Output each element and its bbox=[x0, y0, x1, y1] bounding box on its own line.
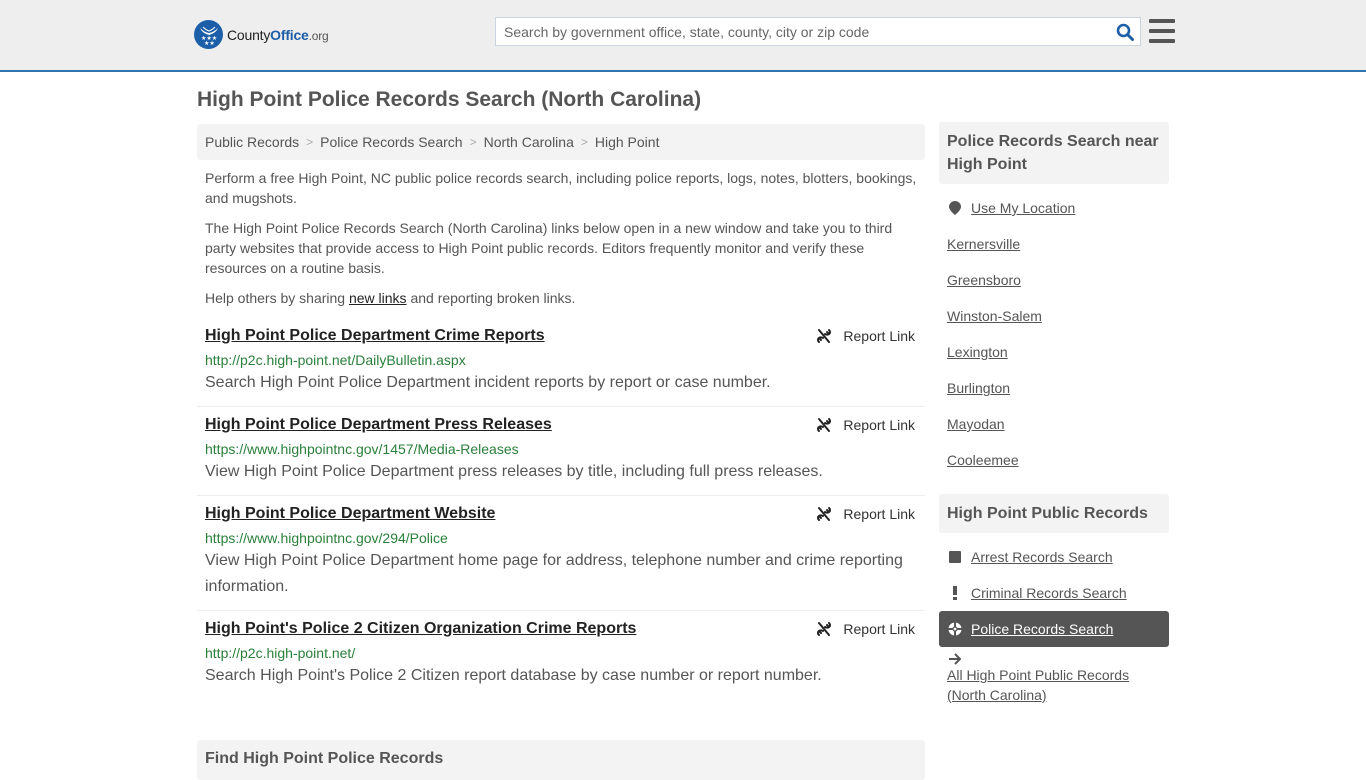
sidebar: Police Records Search near High Point Us… bbox=[939, 122, 1169, 713]
use-my-location-item: Use My Location bbox=[939, 190, 1169, 226]
svg-text:★★: ★★ bbox=[204, 40, 215, 45]
find-records-heading: Find High Point Police Records bbox=[197, 740, 925, 780]
breadcrumb-separator: > bbox=[580, 135, 588, 149]
breadcrumb-north-carolina[interactable]: North Carolina bbox=[484, 134, 574, 150]
broken-link-icon bbox=[817, 622, 832, 636]
intro-paragraph-1: Perform a free High Point, NC public pol… bbox=[205, 170, 917, 206]
nearby-city-link[interactable]: Cooleemee bbox=[947, 452, 1019, 468]
public-records-list: Arrest Records Search Criminal Records S… bbox=[939, 533, 1169, 713]
logo-wordmark: CountyOffice.org bbox=[227, 26, 329, 43]
record-entry: High Point Police Department Crime Repor… bbox=[197, 318, 925, 407]
entry-url: https://www.highpointnc.gov/1457/Media-R… bbox=[205, 441, 519, 457]
arrow-right-icon bbox=[947, 653, 963, 665]
police-records-item-active: Police Records Search bbox=[939, 611, 1169, 647]
nearby-city-link[interactable]: Winston-Salem bbox=[947, 308, 1042, 324]
broken-link-icon bbox=[817, 329, 832, 343]
criminal-records-item: Criminal Records Search bbox=[939, 575, 1169, 611]
all-public-records-item: All High Point Public Records (North Car… bbox=[939, 647, 1169, 705]
report-link-button[interactable]: Report Link bbox=[816, 415, 915, 435]
entry-title-link[interactable]: High Point Police Department Press Relea… bbox=[205, 415, 552, 435]
crosshair-icon bbox=[947, 622, 963, 636]
page-title: High Point Police Records Search (North … bbox=[197, 88, 702, 111]
record-entry: High Point's Police 2 Citizen Organizati… bbox=[197, 611, 925, 699]
entry-title-link[interactable]: High Point Police Department Website bbox=[205, 504, 495, 524]
record-entry: High Point Police Department Press Relea… bbox=[197, 407, 925, 496]
breadcrumb-public-records[interactable]: Public Records bbox=[205, 134, 299, 150]
intro-paragraph-2: The High Point Police Records Search (No… bbox=[205, 220, 893, 276]
nearby-city-link[interactable]: Burlington bbox=[947, 380, 1010, 396]
use-my-location-link[interactable]: Use My Location bbox=[971, 200, 1075, 216]
search-input[interactable] bbox=[496, 18, 1110, 45]
all-public-records-link[interactable]: All High Point Public Records (North Car… bbox=[947, 665, 1147, 705]
square-icon bbox=[947, 551, 963, 563]
entry-url: https://www.highpointnc.gov/294/Police bbox=[205, 530, 448, 546]
breadcrumb-police-records-search[interactable]: Police Records Search bbox=[320, 134, 462, 150]
entry-description: Search High Point's Police 2 Citizen rep… bbox=[205, 667, 822, 684]
top-header: ★★★ ★★ CountyOffice.org bbox=[0, 0, 1366, 72]
arrest-records-link[interactable]: Arrest Records Search bbox=[971, 549, 1113, 565]
nearby-city-item: Burlington bbox=[939, 370, 1169, 406]
nearby-city-item: Lexington bbox=[939, 334, 1169, 370]
nearby-city-link[interactable]: Kernersville bbox=[947, 236, 1020, 252]
broken-link-icon bbox=[817, 507, 832, 521]
criminal-records-link[interactable]: Criminal Records Search bbox=[971, 585, 1127, 601]
police-records-link[interactable]: Police Records Search bbox=[971, 621, 1113, 637]
breadcrumb-separator: > bbox=[306, 135, 314, 149]
public-records-heading: High Point Public Records bbox=[939, 494, 1169, 533]
breadcrumb-separator: > bbox=[469, 135, 477, 149]
intro-paragraph-3: Help others by sharing new links and rep… bbox=[205, 290, 576, 306]
entry-description: View High Point Police Department home p… bbox=[205, 552, 903, 595]
entry-title-link[interactable]: High Point's Police 2 Citizen Organizati… bbox=[205, 619, 636, 639]
eagle-logo-icon: ★★★ ★★ bbox=[194, 20, 223, 49]
nearby-city-link[interactable]: Lexington bbox=[947, 344, 1008, 360]
entry-description: View High Point Police Department press … bbox=[205, 463, 823, 480]
report-link-button[interactable]: Report Link bbox=[816, 504, 915, 524]
nearby-city-item: Winston-Salem bbox=[939, 298, 1169, 334]
entry-url: http://p2c.high-point.net/ bbox=[205, 645, 356, 661]
entry-title-link[interactable]: High Point Police Department Crime Repor… bbox=[205, 326, 545, 346]
nearby-city-item: Greensboro bbox=[939, 262, 1169, 298]
search-bar bbox=[495, 17, 1141, 46]
entry-description: Search High Point Police Department inci… bbox=[205, 374, 771, 391]
search-icon bbox=[1116, 23, 1134, 41]
report-link-button[interactable]: Report Link bbox=[816, 326, 915, 346]
new-links-link[interactable]: new links bbox=[349, 290, 407, 306]
arrest-records-item: Arrest Records Search bbox=[939, 539, 1169, 575]
breadcrumb: Public Records > Police Records Search >… bbox=[197, 124, 925, 160]
nearby-list: Use My Location Kernersville Greensboro … bbox=[939, 184, 1169, 486]
site-logo[interactable]: ★★★ ★★ CountyOffice.org bbox=[194, 20, 329, 49]
search-button[interactable] bbox=[1110, 18, 1140, 45]
record-entry: High Point Police Department Website htt… bbox=[197, 496, 925, 611]
breadcrumb-high-point[interactable]: High Point bbox=[595, 134, 660, 150]
nearby-city-item: Kernersville bbox=[939, 226, 1169, 262]
report-link-button[interactable]: Report Link bbox=[816, 619, 915, 639]
map-marker-icon bbox=[947, 201, 963, 215]
nearby-city-link[interactable]: Mayodan bbox=[947, 416, 1005, 432]
nearby-city-item: Mayodan bbox=[939, 406, 1169, 442]
nearby-city-item: Cooleemee bbox=[939, 442, 1169, 478]
exclamation-icon bbox=[947, 586, 963, 600]
hamburger-menu-icon[interactable] bbox=[1149, 19, 1175, 43]
main-content: Public Records > Police Records Search >… bbox=[197, 124, 925, 699]
entry-url: http://p2c.high-point.net/DailyBulletin.… bbox=[205, 352, 466, 368]
broken-link-icon bbox=[817, 418, 832, 432]
nearby-city-link[interactable]: Greensboro bbox=[947, 272, 1021, 288]
intro-text: Perform a free High Point, NC public pol… bbox=[197, 160, 925, 308]
nearby-heading: Police Records Search near High Point bbox=[939, 122, 1169, 184]
